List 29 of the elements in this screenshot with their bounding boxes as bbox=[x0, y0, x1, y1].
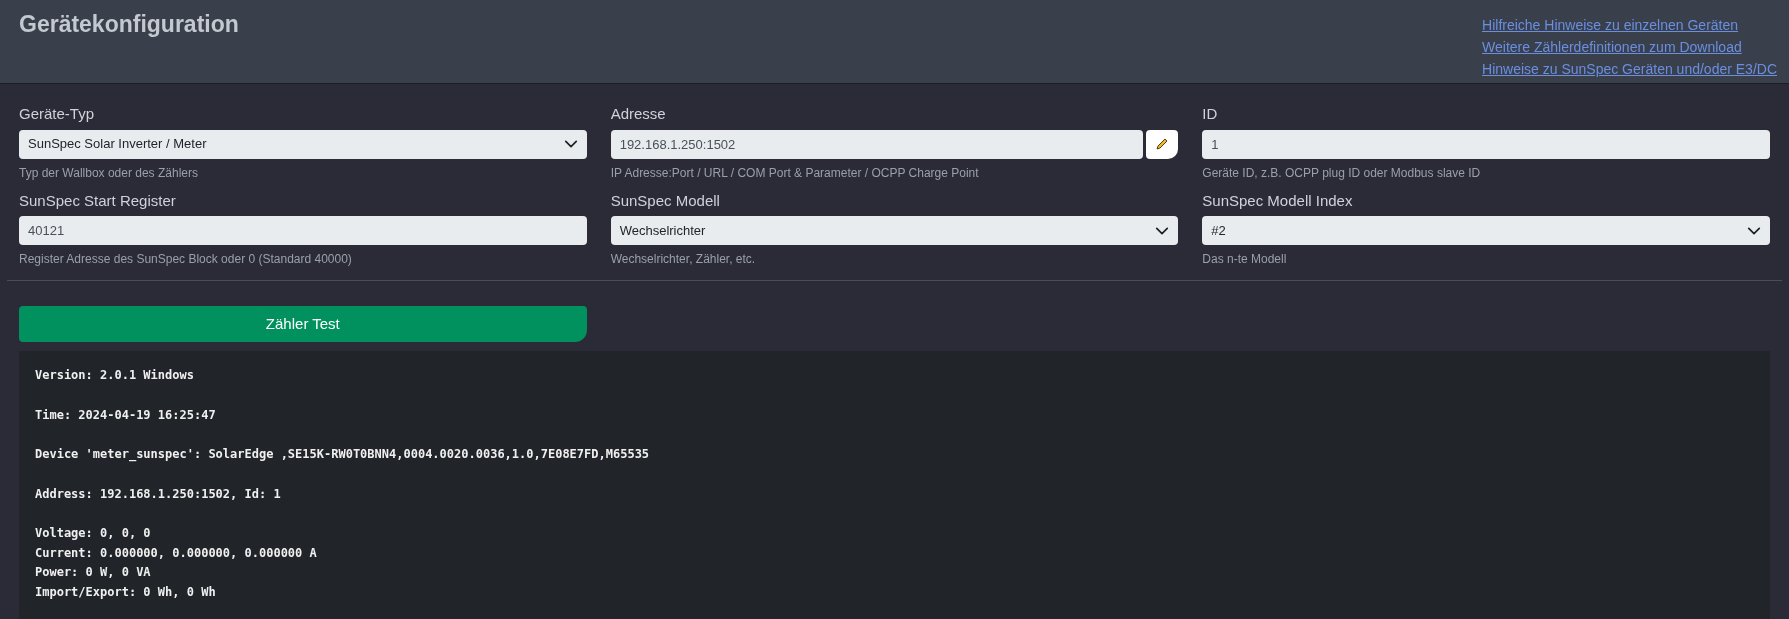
edit-button[interactable] bbox=[1146, 129, 1179, 159]
field-help: Das n-te Modell bbox=[1202, 251, 1288, 268]
field-help: Geräte ID, z.B. OCPP plug ID oder Modbus slave ID bbox=[1202, 164, 1482, 182]
output-line: Voltage: 0, 0, 0 bbox=[35, 525, 152, 542]
field-label: Adresse bbox=[610, 104, 667, 124]
output-line: Power: 0 W, 0 VA bbox=[35, 564, 152, 581]
field-label: ID bbox=[1202, 104, 1219, 124]
select-field[interactable]: #2 bbox=[1202, 216, 1770, 245]
field-help: Wechselrichter, Zähler, etc. bbox=[610, 251, 757, 268]
page-title: Gerätekonfiguration bbox=[19, 10, 239, 39]
select-field[interactable]: Wechselrichter bbox=[610, 216, 1179, 245]
output-line: Time: 2024-04-19 16:25:47 bbox=[35, 406, 217, 424]
output-line: Import/Export: 0 Wh, 0 Wh bbox=[35, 583, 217, 601]
field-label: Geräte-Typ bbox=[19, 104, 96, 124]
field-help: Register Adresse des SunSpec Block oder 0 (Standard 40000) bbox=[19, 251, 353, 268]
output-line: Device 'meter_sunspec': SolarEdge ,SE15K-RW0T0BNN4,0004.0020.0036,1.0,7E08E7FD,M65535 bbox=[35, 446, 651, 464]
text-field[interactable]: 1 bbox=[1202, 129, 1770, 159]
field-label: SunSpec Modell Index bbox=[1202, 190, 1354, 211]
field-help: IP Adresse:Port / URL / COM Port & Parameter / OCPP Charge Point bbox=[610, 164, 980, 182]
address-field[interactable]: 192.168.1.250:1502 bbox=[610, 129, 1144, 159]
output-line: Address: 192.168.1.250:1502, Id: 1 bbox=[35, 485, 282, 503]
text-field[interactable]: 40121 bbox=[19, 216, 587, 245]
field-label: SunSpec Modell bbox=[610, 190, 721, 211]
field-label: SunSpec Start Register bbox=[19, 190, 177, 211]
output-line: Current: 0.000000, 0.000000, 0.000000 A bbox=[35, 544, 318, 562]
output-line: Version: 2.0.1 Windows bbox=[35, 367, 195, 384]
select-field[interactable]: SunSpec Solar Inverter / Meter bbox=[19, 129, 587, 159]
test-button[interactable]: Zähler Test bbox=[19, 306, 587, 342]
field-help: Typ der Wallbox oder des Zählers bbox=[19, 164, 199, 182]
